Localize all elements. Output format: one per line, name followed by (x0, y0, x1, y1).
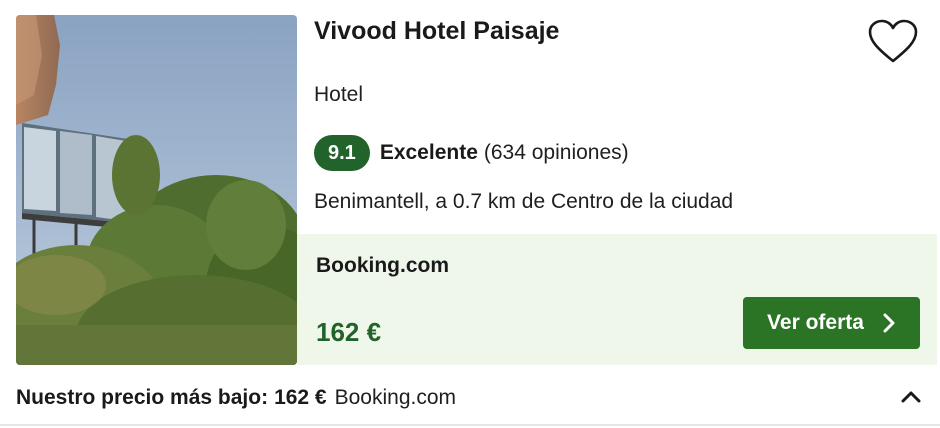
rating-label: Excelente (379, 141, 478, 164)
lowest-price-bar[interactable]: Nuestro precio más bajo: 162 € Booking.c… (16, 382, 926, 414)
hotel-result-card[interactable]: Vivood Hotel Paisaje Hotel 9.1 Excelente… (0, 0, 940, 428)
heart-icon (868, 19, 918, 63)
view-offer-button[interactable]: Ver oferta (743, 297, 920, 349)
review-count: (634 opiniones) (483, 141, 629, 164)
offer-provider: Booking.com (316, 254, 450, 277)
view-offer-label: Ver oferta (767, 311, 864, 334)
lowest-price-value: 162 € (274, 386, 327, 409)
chevron-right-icon (883, 313, 895, 333)
hotel-name[interactable]: Vivood Hotel Paisaje (314, 17, 559, 46)
offer-panel: Booking.com 162 € Ver oferta (297, 234, 937, 365)
rating-score-badge: 9.1 (314, 135, 370, 171)
favorite-button[interactable] (868, 19, 918, 65)
collapse-toggle[interactable] (900, 386, 922, 408)
lowest-price-label: Nuestro precio más bajo: (16, 386, 269, 409)
hotel-photo[interactable] (16, 15, 297, 365)
chevron-up-icon (901, 391, 921, 403)
property-type: Hotel (314, 83, 364, 106)
hotel-location: Benimantell, a 0.7 km de Centro de la ci… (314, 190, 734, 213)
lowest-price-provider: Booking.com (334, 386, 457, 409)
rating: 9.1 Excelente (634 opiniones) (314, 135, 629, 171)
offer-price: 162 € (316, 317, 382, 347)
card-divider (0, 424, 940, 426)
